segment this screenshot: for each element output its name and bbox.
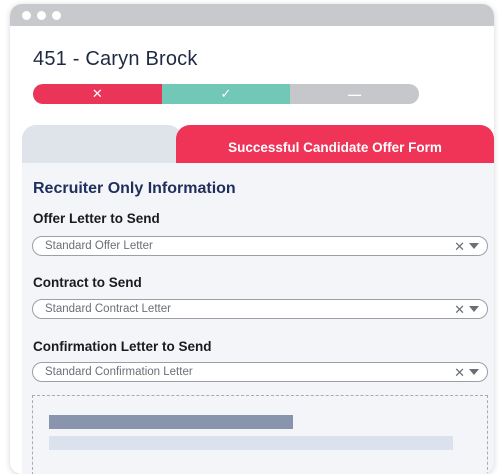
confirmation-letter-value: Standard Confirmation Letter xyxy=(45,366,193,378)
clear-icon[interactable]: ✕ xyxy=(454,240,465,253)
tab-offer-form-label: Successful Candidate Offer Form xyxy=(228,139,442,155)
window-dot-icon[interactable] xyxy=(37,10,46,20)
placeholder-bar xyxy=(49,415,293,429)
clear-icon[interactable]: ✕ xyxy=(454,366,465,379)
tab-offer-form[interactable]: Successful Candidate Offer Form xyxy=(176,125,494,165)
chevron-down-icon[interactable] xyxy=(469,306,479,312)
app-window: 451 - Caryn Brock ✕ ✓ — Successful Candi… xyxy=(10,4,494,474)
accept-segment[interactable]: ✓ xyxy=(161,84,291,104)
form-panel: Recruiter Only Information Offer Letter … xyxy=(22,163,494,474)
check-icon: ✓ xyxy=(220,86,232,101)
x-icon: ✕ xyxy=(91,86,103,101)
contract-select[interactable]: Standard Contract Letter ✕ xyxy=(32,299,488,319)
offer-letter-select[interactable]: Standard Offer Letter ✕ xyxy=(32,236,488,256)
contract-value: Standard Contract Letter xyxy=(45,303,171,315)
neutral-segment[interactable]: — xyxy=(290,84,419,104)
chevron-down-icon[interactable] xyxy=(469,243,479,249)
window-dot-icon[interactable] xyxy=(52,10,61,20)
offer-letter-label: Offer Letter to Send xyxy=(33,211,160,226)
window-dot-icon[interactable] xyxy=(22,10,31,20)
clear-icon[interactable]: ✕ xyxy=(454,303,465,316)
status-bar: ✕ ✓ — xyxy=(33,84,419,104)
confirmation-letter-select[interactable]: Standard Confirmation Letter ✕ xyxy=(32,362,488,382)
confirmation-letter-label: Confirmation Letter to Send xyxy=(33,339,212,354)
candidate-title: 451 - Caryn Brock xyxy=(33,48,198,70)
contract-label: Contract to Send xyxy=(33,275,142,290)
reject-segment[interactable]: ✕ xyxy=(33,84,162,104)
placeholder-bar xyxy=(49,436,453,450)
tab-inactive[interactable] xyxy=(22,125,182,165)
window-titlebar xyxy=(10,4,494,26)
offer-letter-value: Standard Offer Letter xyxy=(45,240,153,252)
drop-zone[interactable] xyxy=(32,395,488,474)
section-heading: Recruiter Only Information xyxy=(33,180,236,197)
chevron-down-icon[interactable] xyxy=(469,369,479,375)
dash-icon: — xyxy=(348,86,362,102)
